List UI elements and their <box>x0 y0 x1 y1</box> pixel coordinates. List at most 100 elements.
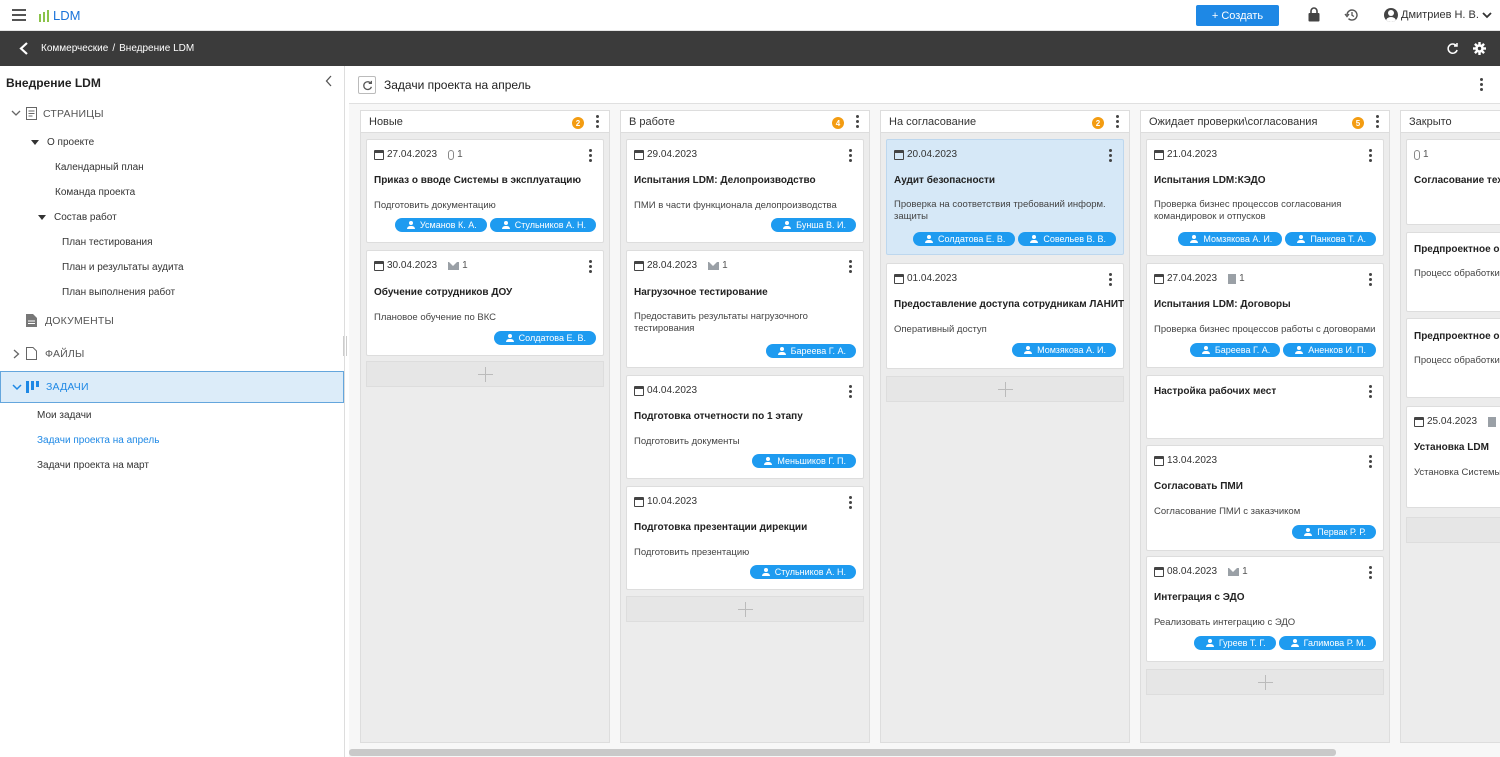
sidebar-item-calendar[interactable]: Календарный план <box>0 155 344 180</box>
task-card[interactable]: 30.04.2023 1 Обучение сотрудников ДОУ Пла… <box>366 250 604 356</box>
lock-icon[interactable] <box>1308 7 1320 22</box>
more-options-icon[interactable] <box>1369 273 1373 287</box>
task-card[interactable]: Настройка рабочих мест <box>1146 375 1384 439</box>
add-card-button[interactable] <box>366 361 604 387</box>
assignee-chip[interactable]: Бареева Г. А. <box>765 344 856 358</box>
add-card-button[interactable] <box>626 596 864 622</box>
sidebar-item-my-tasks[interactable]: Мои задачи <box>0 403 344 428</box>
horizontal-scrollbar[interactable] <box>349 749 1336 756</box>
assignee-chip[interactable]: Галимова Р. М. <box>1278 636 1376 650</box>
history-icon[interactable] <box>1344 7 1360 23</box>
gear-icon[interactable] <box>1473 42 1486 55</box>
sidebar-section-documents[interactable]: ДОКУМЕНТЫ <box>0 308 344 333</box>
more-options-icon[interactable] <box>596 115 600 129</box>
more-options-icon[interactable] <box>849 385 853 399</box>
task-card[interactable]: 27.04.2023 1 Испытания LDM: Договоры Пров… <box>1146 263 1384 368</box>
task-card[interactable]: 10.04.2023 Подготовка презентации дирекц… <box>626 486 864 590</box>
more-options-icon[interactable] <box>1116 115 1120 129</box>
card-date: 30.04.2023 1 <box>374 260 468 271</box>
assignees: Бунша В. И. <box>771 218 856 232</box>
collapse-sidebar-icon[interactable] <box>325 75 333 87</box>
date-text: 04.04.2023 <box>647 385 698 396</box>
sidebar-item-label: Состав работ <box>54 212 117 223</box>
back-icon[interactable] <box>19 42 29 55</box>
assignee-chip[interactable]: Усманов К. А. <box>394 218 487 232</box>
breadcrumb-parent[interactable]: Коммерческие <box>41 43 108 54</box>
task-card[interactable]: 1 Согласование техн <box>1406 139 1500 225</box>
refresh-button[interactable] <box>358 76 376 94</box>
more-options-icon[interactable] <box>589 260 593 274</box>
sidebar-item-test-plan[interactable]: План тестирования <box>0 230 344 255</box>
assignee-chip[interactable]: Солдатова Е. В. <box>493 331 596 345</box>
attachment-count: 1 <box>722 260 728 271</box>
task-card[interactable]: 13.04.2023 Согласовать ПМИ Согласование … <box>1146 445 1384 551</box>
task-card[interactable]: 27.04.2023 1 Приказ о вводе Системы в экс… <box>366 139 604 243</box>
sidebar-item-works[interactable]: Состав работ <box>0 205 344 230</box>
app-logo[interactable]: LDM <box>39 8 80 23</box>
more-options-icon[interactable] <box>1109 149 1113 163</box>
task-card[interactable]: 04.04.2023 Подготовка отчетности по 1 эт… <box>626 375 864 479</box>
more-options-icon[interactable] <box>849 149 853 163</box>
more-options-icon[interactable] <box>589 149 593 163</box>
person-icon <box>761 568 770 576</box>
more-options-icon[interactable] <box>1369 566 1373 580</box>
assignee-chip[interactable]: Меньшиков Г. П. <box>752 454 856 468</box>
assignee-chip[interactable]: Гуреев Т. Г. <box>1193 636 1276 650</box>
task-card[interactable]: 20.04.2023 Аудит безопасности Проверка н… <box>886 139 1124 255</box>
assignee-chip[interactable]: Момзякова А. И. <box>1012 343 1116 357</box>
task-card[interactable]: 21.04.2023 Испытания LDM:КЭДО Проверка б… <box>1146 139 1384 256</box>
more-options-icon[interactable] <box>1369 149 1373 163</box>
task-card[interactable]: 29.04.2023 Испытания LDM: Делопроизводст… <box>626 139 864 243</box>
more-options-icon[interactable] <box>1369 455 1373 469</box>
menu-icon[interactable] <box>12 9 26 21</box>
assignee-chip[interactable]: Аненков И. П. <box>1283 343 1376 357</box>
assignee-chip[interactable]: Момзякова А. И. <box>1178 232 1283 246</box>
date-text: 13.04.2023 <box>1167 455 1218 466</box>
card-title: Согласование техн <box>1414 175 1500 186</box>
add-card-button[interactable] <box>1406 517 1500 543</box>
more-options-icon[interactable] <box>849 260 853 274</box>
assignee-chip[interactable]: Совельев В. В. <box>1018 232 1116 246</box>
sidebar-item-april-tasks[interactable]: Задачи проекта на апрель <box>0 428 344 453</box>
assignees: Бареева Г. А. Аненков И. П. <box>1189 343 1376 357</box>
sidebar-item-exec-plan[interactable]: План выполнения работ <box>0 280 344 305</box>
file-icon <box>26 347 37 360</box>
assignee-chip[interactable]: Бунша В. И. <box>771 218 856 232</box>
more-options-icon[interactable] <box>1376 115 1380 129</box>
more-options-icon[interactable] <box>856 115 860 129</box>
task-card[interactable]: 25.04.2023 Установка LDM Установка Систе… <box>1406 406 1500 508</box>
sidebar-item-team[interactable]: Команда проекта <box>0 180 344 205</box>
task-card[interactable]: Предпроектное обс Процесс обработки <box>1406 318 1500 398</box>
more-options-icon[interactable] <box>1109 273 1113 287</box>
task-card[interactable]: 08.04.2023 1 Интеграция с ЭДО Реализовать… <box>1146 556 1384 662</box>
sidebar-item-march-tasks[interactable]: Задачи проекта на март <box>0 453 344 478</box>
column-title: Ожидает проверки\согласования <box>1149 115 1318 128</box>
chevron-down-icon <box>1482 11 1492 18</box>
assignee-chip[interactable]: Стульников А. Н. <box>749 565 856 579</box>
assignee-chip[interactable]: Бареева Г. А. <box>1189 343 1281 357</box>
sidebar-section-files[interactable]: ФАЙЛЫ <box>0 341 344 366</box>
sidebar-section-tasks[interactable]: ЗАДАЧИ <box>0 371 344 403</box>
card-description: Установка Системы <box>1414 467 1500 478</box>
assignee-chip[interactable]: Солдатова Е. В. <box>913 232 1016 246</box>
task-card[interactable]: 01.04.2023 Предоставление доступа сотруд… <box>886 263 1124 369</box>
sidebar-section-pages[interactable]: СТРАНИЦЫ <box>0 101 344 126</box>
caret-down-icon <box>38 215 46 220</box>
more-options-icon[interactable] <box>1480 78 1483 93</box>
more-options-icon[interactable] <box>1369 385 1373 399</box>
sidebar-item-about[interactable]: О проекте <box>0 130 344 155</box>
assignee-chip[interactable]: Панкова Т. А. <box>1285 232 1376 246</box>
add-card-button[interactable] <box>886 376 1124 402</box>
assignee-chip[interactable]: Первак Р. Р. <box>1292 525 1376 539</box>
user-menu[interactable]: Дмитриев Н. В. <box>1384 8 1492 22</box>
assignee-chip[interactable]: Стульников А. Н. <box>489 218 596 232</box>
card-description: Подготовить документы <box>634 436 740 447</box>
sidebar-item-audit[interactable]: План и результаты аудита <box>0 255 344 280</box>
add-card-button[interactable] <box>1146 669 1384 695</box>
task-card[interactable]: 28.04.2023 1 Нагрузочное тестирование Пре… <box>626 250 864 368</box>
create-button[interactable]: + Создать <box>1196 5 1279 26</box>
assignees: Усманов К. А. Стульников А. Н. <box>394 218 596 232</box>
refresh-icon[interactable] <box>1446 42 1459 55</box>
task-card[interactable]: Предпроектное обс Процесс обработки <box>1406 232 1500 312</box>
more-options-icon[interactable] <box>849 496 853 510</box>
